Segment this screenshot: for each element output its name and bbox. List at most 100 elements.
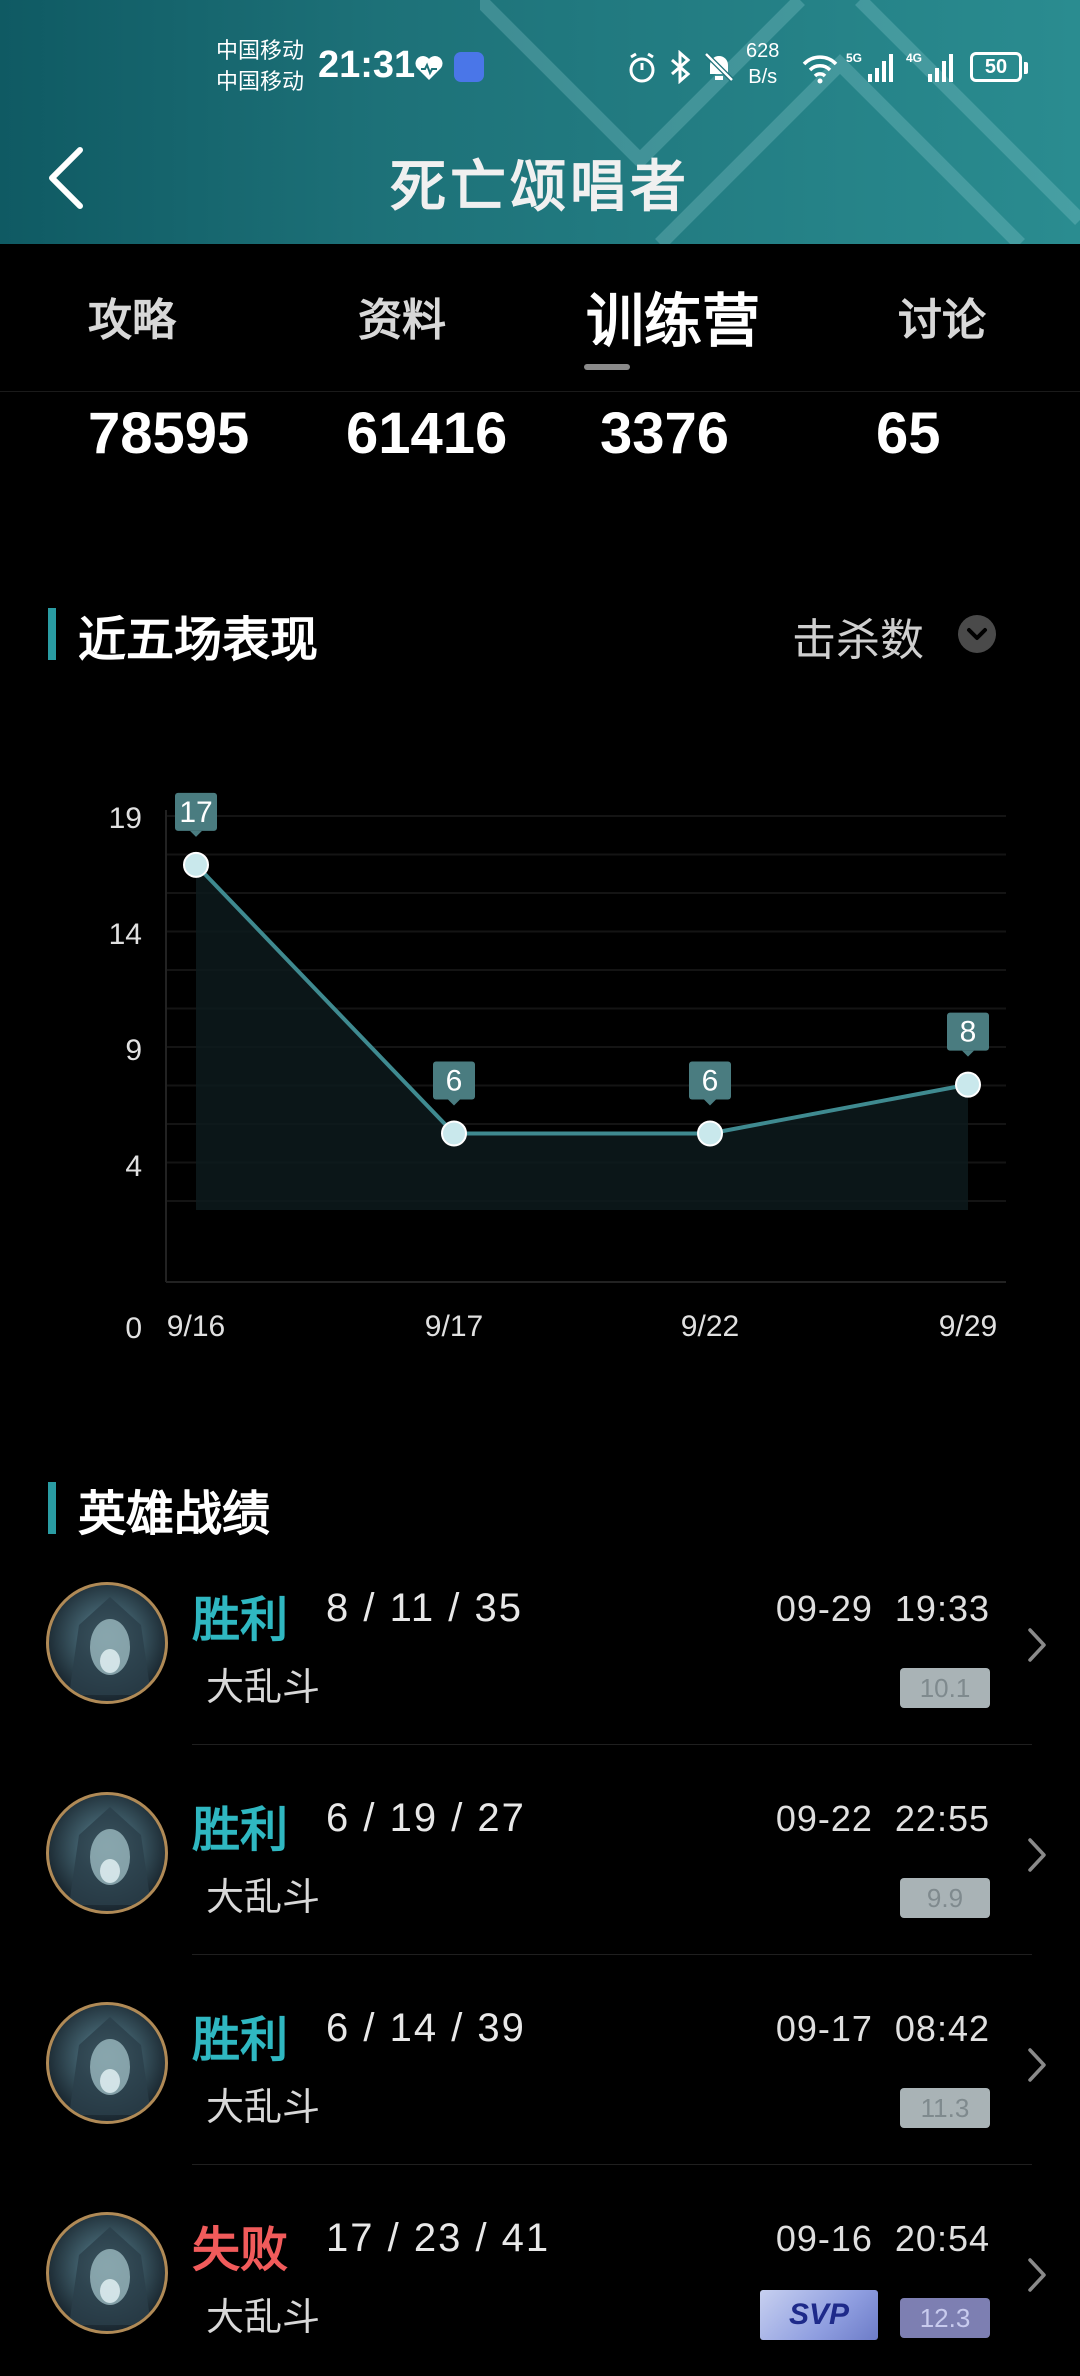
match-score: 9.9 — [900, 1878, 990, 1918]
tab-guide[interactable]: 攻略 — [88, 284, 176, 348]
champion-avatar — [46, 2212, 168, 2334]
match-record-row[interactable]: 胜利 8 / 11 / 35 大乱斗 09-29 19:33 10.1 — [0, 1560, 1080, 1770]
status-bar: 中国移动 中国移动 21:31 628 B/s 5G 4G 50 — [0, 0, 1080, 135]
match-score: 11.3 — [900, 2088, 990, 2128]
carrier-2: 中国移动 — [216, 70, 305, 95]
kills-line-chart: 0 4 9 14 19 9/16 9/17 9/22 9/29 17 6 6 8 — [109, 792, 1006, 1345]
carrier-labels: 中国移动 中国移动 — [216, 36, 304, 98]
match-date: 09-22 — [775, 1798, 873, 1839]
game-mode: 大乱斗 — [206, 2295, 321, 2339]
x-tick-label: 9/16 — [167, 1310, 225, 1343]
wifi-icon — [802, 55, 838, 84]
data-point — [697, 1120, 723, 1147]
metric-dropdown[interactable]: 击杀数 — [792, 604, 924, 668]
match-score: 12.3 — [900, 2298, 990, 2338]
chevron-right-icon — [1028, 1838, 1046, 1872]
data-label-pointer — [704, 1099, 716, 1106]
match-clock: 08:42 — [894, 2008, 990, 2049]
active-tab-indicator — [584, 364, 630, 370]
section-accent-bar — [48, 1482, 56, 1534]
y-tick-label: 14 — [109, 918, 142, 951]
records-section-title: 英雄战绩 — [78, 1486, 271, 1542]
tab-info[interactable]: 资料 — [358, 284, 446, 348]
game-mode: 大乱斗 — [206, 2085, 321, 2129]
match-time: 09-16 20:54 — [776, 2218, 990, 2260]
row-divider — [192, 1954, 1032, 1955]
data-label-pointer — [962, 1050, 974, 1057]
stat-value-3: 3376 — [600, 401, 730, 466]
status-time: 21:31 — [318, 44, 416, 86]
stat-value-1: 78595 — [88, 401, 250, 466]
performance-section-title: 近五场表现 — [78, 612, 319, 668]
tab-bar: 攻略 资料 训练营 讨论 — [0, 244, 1080, 392]
signal-5g-icon: 5G — [846, 51, 893, 82]
stat-value-2: 61416 — [346, 401, 508, 466]
match-time: 09-22 22:55 — [776, 1798, 990, 1840]
chevron-right-icon — [1028, 2258, 1046, 2292]
kda: 17 / 23 / 41 — [326, 2216, 551, 2260]
match-clock: 20:54 — [894, 2218, 990, 2259]
battery-indicator: 50 — [970, 52, 1028, 82]
x-tick-label: 9/29 — [939, 1310, 997, 1343]
data-point — [955, 1071, 981, 1098]
champion-avatar — [46, 1582, 168, 1704]
tab-training-camp[interactable]: 训练营 — [586, 274, 760, 358]
svp-badge: SVP — [760, 2290, 878, 2340]
chevron-down-icon[interactable] — [958, 615, 996, 653]
champion-portrait-icon — [69, 2227, 151, 2325]
kda: 6 / 19 / 27 — [326, 1796, 526, 1840]
match-record-row[interactable]: 胜利 6 / 19 / 27 大乱斗 09-22 22:55 9.9 — [0, 1770, 1080, 1980]
match-time: 09-29 19:33 — [776, 1588, 990, 1630]
series-area — [196, 864, 968, 1210]
y-tick-label: 19 — [109, 802, 142, 835]
row-divider — [192, 1744, 1032, 1745]
match-date: 09-16 — [775, 2218, 873, 2259]
game-mode: 大乱斗 — [206, 1875, 321, 1919]
net-speed-unit: B/s — [748, 66, 778, 88]
match-result: 失败 — [192, 2222, 289, 2278]
match-result: 胜利 — [192, 1592, 289, 1648]
match-result: 胜利 — [192, 2012, 289, 2068]
champion-avatar — [46, 2002, 168, 2124]
kda: 8 / 11 / 35 — [326, 1586, 523, 1630]
section-accent-bar — [48, 608, 56, 660]
match-date: 09-17 — [775, 2008, 873, 2049]
stats-row: 78595 61416 3376 65 — [0, 392, 1080, 482]
heart-icon — [415, 56, 443, 80]
data-label: 17 — [179, 796, 212, 829]
alarm-icon — [629, 52, 655, 83]
match-clock: 19:33 — [894, 1588, 990, 1629]
champion-portrait-icon — [69, 1807, 151, 1905]
music-app-icon — [454, 52, 484, 82]
data-label-pointer — [190, 830, 202, 837]
match-time: 09-17 08:42 — [776, 2008, 990, 2050]
y-tick-label: 0 — [125, 1312, 142, 1345]
tab-discussion[interactable]: 讨论 — [898, 284, 986, 348]
data-point — [183, 851, 209, 878]
page-title: 死亡颂唱者 — [390, 154, 690, 220]
y-tick-label: 4 — [125, 1150, 142, 1183]
champion-portrait-icon — [69, 1597, 151, 1695]
mute-bell-icon — [704, 52, 734, 82]
champion-portrait-icon — [69, 2017, 151, 2115]
data-label: 6 — [446, 1064, 463, 1097]
row-divider — [192, 2164, 1032, 2165]
match-record-row[interactable]: 胜利 6 / 14 / 39 大乱斗 09-17 08:42 11.3 — [0, 1980, 1080, 2190]
stat-value-4: 65 — [876, 401, 941, 466]
data-label: 6 — [702, 1064, 719, 1097]
app-header: 中国移动 中国移动 21:31 628 B/s 5G 4G 50 死亡颂唱者 — [0, 0, 1080, 244]
y-tick-label: 9 — [125, 1034, 142, 1067]
chevron-right-icon — [1028, 1628, 1046, 1662]
data-label: 8 — [960, 1016, 977, 1049]
match-score: 10.1 — [900, 1668, 990, 1708]
chevron-right-icon — [1028, 2048, 1046, 2082]
data-point — [441, 1120, 467, 1147]
game-mode: 大乱斗 — [206, 1665, 321, 1709]
match-date: 09-29 — [775, 1588, 873, 1629]
champion-avatar — [46, 1792, 168, 1914]
kda: 6 / 14 / 39 — [326, 2006, 526, 2050]
x-tick-label: 9/22 — [681, 1310, 739, 1343]
network-speed: 628 B/s — [746, 38, 779, 90]
svg-text:4G: 4G — [906, 51, 922, 65]
match-record-row[interactable]: 失败 17 / 23 / 41 大乱斗 09-16 20:54 SVP 12.3 — [0, 2190, 1080, 2376]
